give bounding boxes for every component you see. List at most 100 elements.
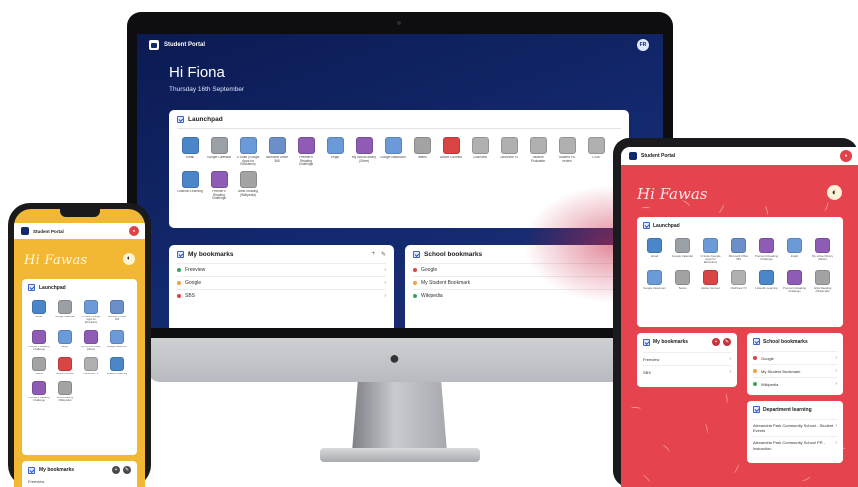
list-item[interactable]: SBS ›: [643, 365, 731, 378]
avatar[interactable]: ●: [129, 226, 139, 236]
launchpad-tile[interactable]: G Suite (Google Apps for Education): [235, 137, 261, 167]
launchpad-tile[interactable]: Premier's Reading Challenge: [293, 137, 319, 167]
launchpad-tile[interactable]: Adobe Connect: [438, 137, 464, 167]
palette-icon[interactable]: ◐: [827, 185, 842, 200]
portal-logo-icon[interactable]: [149, 40, 159, 50]
list-item-label: SBS: [643, 370, 651, 375]
launchpad-tile-label: Teams: [678, 286, 687, 290]
launchpad-tile[interactable]: Google Calendar: [671, 238, 694, 265]
launchpad-tile[interactable]: Premier's Reading Challenge: [28, 380, 50, 403]
launchpad-tile[interactable]: LinkedIn Learning: [106, 356, 128, 376]
launchpad-tile[interactable]: Google Calendar: [206, 137, 232, 167]
list-item[interactable]: My Student Bookmark›: [413, 276, 621, 289]
list-item-text: Alexandria Park Community School PR - In…: [753, 440, 826, 451]
launchpad-tile[interactable]: Teams: [409, 137, 435, 167]
launchpad-tile[interactable]: Englit: [783, 238, 806, 265]
launchpad-tile[interactable]: ClickView TV: [727, 269, 750, 293]
launchpad-tile[interactable]: Premier's Reading Challenge: [755, 238, 778, 265]
launchpad-tile[interactable]: CSIS: [583, 137, 609, 167]
list-item-text: Alexandria Park Community School - Stude…: [753, 423, 834, 434]
portal-logo-icon[interactable]: [21, 227, 29, 235]
edit-icon[interactable]: ✎: [381, 251, 386, 258]
launchpad-tile[interactable]: G Suite (Google Apps for Education): [699, 238, 722, 265]
launchpad-card: Launchpad Email Google Calendar G Suite (G…: [637, 217, 843, 327]
launchpad-tile[interactable]: ClickView: [467, 137, 493, 167]
office-icon: [268, 137, 286, 154]
launchpad-tile[interactable]: Student Podcaster: [525, 137, 551, 167]
list-item-text: SBS: [643, 369, 652, 375]
launchpad-tile-label: My school library (Oliver): [812, 255, 833, 262]
department-learning-list: Alexandria Park Community School - Stude…: [753, 419, 837, 454]
launchpad-tile[interactable]: ClickView TV: [80, 356, 102, 376]
school-bookmarks-header: School bookmarks: [753, 338, 837, 345]
launchpad-tile-label: Google classroom: [106, 345, 128, 348]
add-icon[interactable]: +: [112, 466, 120, 474]
launchpad-tile[interactable]: Google classroom: [106, 329, 128, 352]
school-bookmarks-list: Google›My Student Bookmark›Wikipedia›: [413, 263, 621, 302]
launchpad-tile[interactable]: Artist Reading (Wikipedia): [811, 269, 834, 293]
launchpad-tile[interactable]: Adobe Connect: [54, 356, 76, 376]
launchpad-tile[interactable]: Google Calendar: [54, 300, 76, 325]
list-item[interactable]: Freeview ›: [643, 352, 731, 365]
launchpad-tile[interactable]: Teams: [28, 356, 50, 376]
squiggle-decoration: [661, 444, 671, 453]
launchpad-tile[interactable]: Google classroom: [643, 269, 666, 293]
launchpad-tile[interactable]: Englit: [322, 137, 348, 167]
launchpad-tile[interactable]: G Suite (Google Apps for Education): [80, 300, 102, 325]
launchpad-tile[interactable]: Email: [28, 300, 50, 325]
launchpad-tile[interactable]: Teams: [671, 269, 694, 293]
launchpad-tile[interactable]: My school library (Oliver): [80, 329, 102, 352]
launchpad-tile[interactable]: My school library (Oliver): [351, 137, 377, 167]
list-item[interactable]: SBS ›: [177, 289, 386, 302]
my-bookmarks-header: My bookmarks + ✎: [177, 251, 386, 258]
chevron-right-icon: ›: [384, 293, 386, 299]
list-item[interactable]: Wikipedia›: [753, 377, 837, 390]
launchpad-tile[interactable]: Premier's Reading Challenge: [206, 171, 232, 201]
list-item[interactable]: Freeview: [28, 479, 131, 484]
palette-icon[interactable]: ◐: [123, 253, 135, 265]
add-icon[interactable]: +: [371, 251, 375, 258]
launchpad-tile[interactable]: Microsoft Office 365: [106, 300, 128, 325]
launchpad-tile[interactable]: LinkedIn Learning: [177, 171, 203, 201]
launchpad-tile-label: Premier's Reading Challenge: [28, 345, 50, 351]
launchpad-tile[interactable]: Artist Reading (Wikipedia): [54, 380, 76, 403]
edit-icon[interactable]: ✎: [123, 466, 131, 474]
launchpad-tile[interactable]: Premier's Reading Challenge: [28, 329, 50, 352]
portal-logo-icon[interactable]: [629, 152, 637, 160]
list-item-text: Freeview: [185, 267, 206, 273]
phone-device: Student Portal ● Hi Fawas ◐ Launchpad Em…: [8, 203, 151, 487]
launchpad-tile[interactable]: Google classroom: [380, 137, 406, 167]
list-item[interactable]: Freeview ›: [177, 263, 386, 276]
launchpad-tile[interactable]: My school library (Oliver): [811, 238, 834, 265]
list-item[interactable]: My Student Bookmark›: [753, 364, 837, 377]
launchpad-tile[interactable]: Premier's Reading Challenge: [783, 269, 806, 293]
launchpad-tile[interactable]: Email: [177, 137, 203, 167]
list-item-label: Google: [177, 280, 201, 286]
avatar[interactable]: FR: [637, 39, 649, 51]
launchpad-tile[interactable]: Adobe Connect: [699, 269, 722, 293]
my-bookmarks-title-row: My bookmarks: [28, 466, 74, 474]
launchpad-tile[interactable]: Email: [643, 238, 666, 265]
list-item[interactable]: Alexandria Park Community School - Stude…: [753, 419, 837, 436]
squiggle-decoration: [630, 406, 642, 411]
avatar[interactable]: ●: [840, 150, 852, 162]
list-item-label: Freeview: [643, 357, 659, 362]
list-item[interactable]: Alexandria Park Community School PR - In…: [753, 436, 837, 453]
linkedin-icon: [759, 269, 774, 285]
list-item[interactable]: Google›: [177, 276, 386, 289]
list-item-text: Freeview: [643, 356, 660, 362]
list-item-label: Google: [413, 267, 437, 273]
launchpad-tile[interactable]: LinkedIn Learning: [755, 269, 778, 293]
launchpad-tile[interactable]: ClickView TV: [496, 137, 522, 167]
edit-icon[interactable]: ✎: [723, 338, 731, 346]
list-item[interactable]: Wikipedia›: [413, 289, 621, 302]
launchpad-tile[interactable]: Microsoft Office 365: [727, 238, 750, 265]
add-icon[interactable]: +: [712, 338, 720, 346]
list-item[interactable]: Google›: [753, 351, 837, 364]
bookmark-actions: + ✎: [371, 251, 386, 258]
launchpad-tile[interactable]: Englit: [54, 329, 76, 352]
launchpad-tile[interactable]: Student PD review: [554, 137, 580, 167]
launchpad-tile[interactable]: Artist Reading (Wikipedia): [235, 171, 261, 201]
list-item[interactable]: Google›: [413, 263, 621, 276]
launchpad-tile[interactable]: Microsoft Office 365: [264, 137, 290, 167]
